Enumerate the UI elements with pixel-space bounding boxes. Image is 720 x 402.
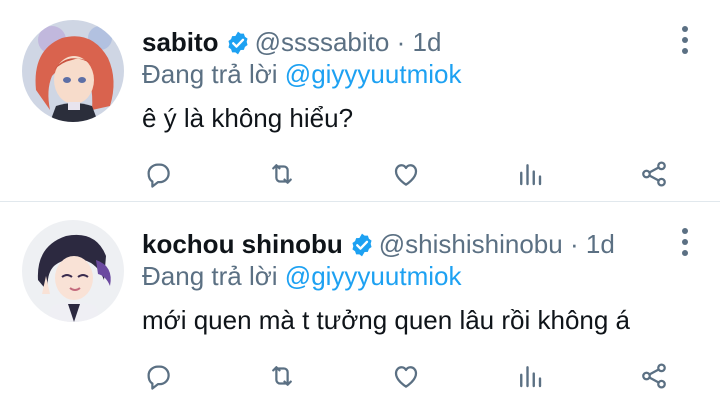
reply-icon bbox=[147, 163, 170, 188]
like-icon bbox=[394, 366, 418, 388]
separator-dot: · bbox=[396, 27, 406, 57]
display-name[interactable]: sabito bbox=[142, 27, 219, 57]
avatar-sabito[interactable] bbox=[22, 20, 124, 122]
tweet-text: ê ý là không hiểu? bbox=[142, 103, 354, 133]
reply-button[interactable] bbox=[138, 154, 178, 194]
tweet-header: kochou shinobu @shishishinobu · 1d bbox=[142, 226, 660, 262]
replying-prefix: Đang trả lời bbox=[142, 59, 278, 89]
tweet-header: sabito @ssssabito · 1d bbox=[142, 24, 660, 60]
like-button[interactable] bbox=[386, 154, 426, 194]
like-icon bbox=[394, 164, 418, 186]
share-button[interactable] bbox=[634, 356, 674, 396]
share-icon bbox=[642, 161, 666, 187]
replying-to: Đang trả lời @giyyyuutmiok bbox=[142, 56, 461, 92]
tweet-2[interactable]: kochou shinobu @shishishinobu · 1d Đang t… bbox=[0, 201, 720, 402]
views-icon bbox=[520, 164, 542, 186]
separator-dot: · bbox=[569, 229, 579, 259]
like-button[interactable] bbox=[386, 356, 426, 396]
replying-prefix: Đang trả lời bbox=[142, 261, 278, 291]
action-bar bbox=[138, 356, 698, 396]
retweet-icon bbox=[272, 366, 292, 386]
more-vertical-icon[interactable] bbox=[678, 26, 692, 56]
retweet-icon bbox=[272, 164, 292, 184]
timestamp[interactable]: 1d bbox=[413, 27, 442, 57]
user-handle[interactable]: @shishishinobu bbox=[379, 229, 563, 259]
more-vertical-icon[interactable] bbox=[678, 228, 692, 258]
retweet-button[interactable] bbox=[262, 154, 302, 194]
views-icon bbox=[520, 366, 542, 388]
reply-mention-link[interactable]: @giyyyuutmiok bbox=[285, 59, 462, 89]
action-bar bbox=[138, 154, 698, 194]
reply-icon bbox=[147, 365, 170, 390]
reply-button[interactable] bbox=[138, 356, 178, 396]
avatar-kochou-shinobu[interactable] bbox=[22, 220, 124, 322]
user-handle[interactable]: @ssssabito bbox=[255, 27, 390, 57]
share-button[interactable] bbox=[634, 154, 674, 194]
timestamp[interactable]: 1d bbox=[586, 229, 615, 259]
views-button[interactable] bbox=[510, 154, 550, 194]
retweet-button[interactable] bbox=[262, 356, 302, 396]
views-button[interactable] bbox=[510, 356, 550, 396]
replying-to: Đang trả lời @giyyyuutmiok bbox=[142, 258, 461, 294]
reply-mention-link[interactable]: @giyyyuutmiok bbox=[285, 261, 462, 291]
share-icon bbox=[642, 363, 666, 389]
display-name[interactable]: kochou shinobu bbox=[142, 229, 343, 259]
tweet-text: mới quen mà t tưởng quen lâu rồi không á bbox=[142, 305, 631, 335]
tweet-1[interactable]: sabito @ssssabito · 1d Đang trả lời @giyy… bbox=[0, 0, 720, 201]
